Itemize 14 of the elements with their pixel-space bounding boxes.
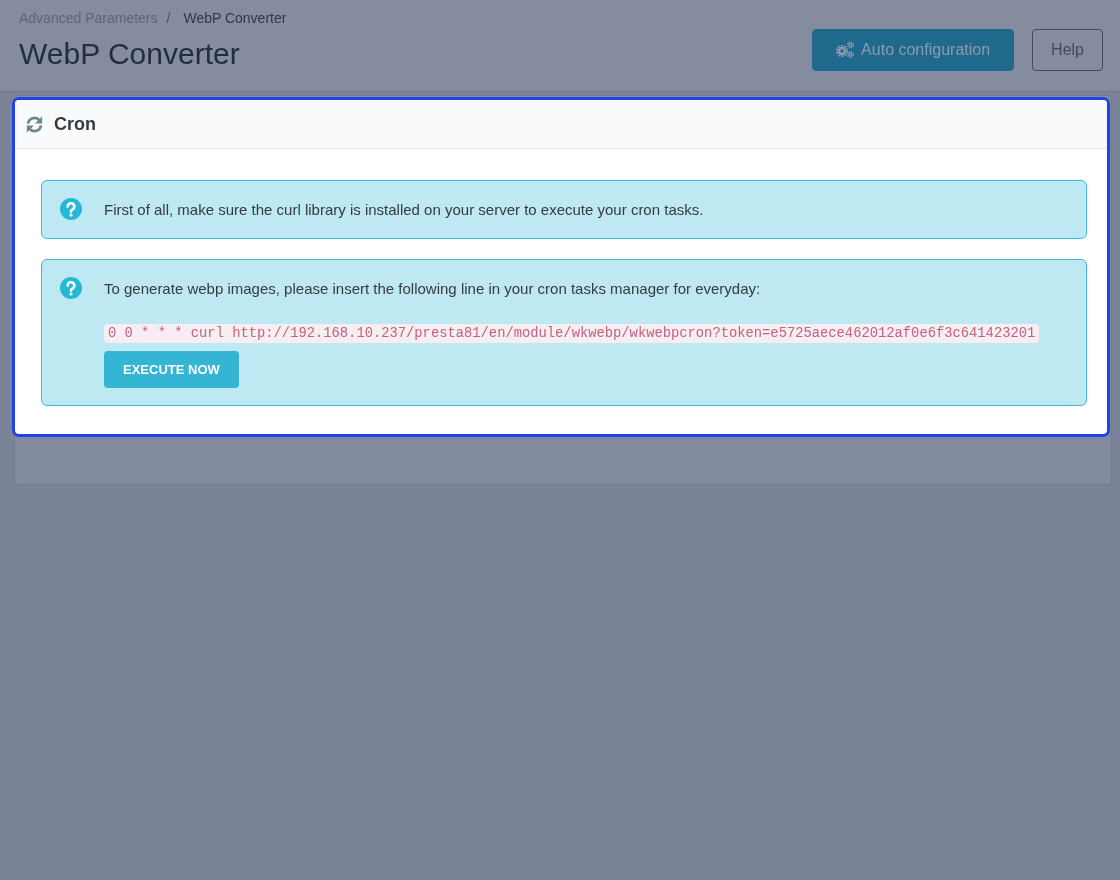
panel-title: Cron xyxy=(54,113,96,135)
alert-message: First of all, make sure the curl library is installed on your server to execute your cron tasks. xyxy=(104,200,704,220)
page-title: WebP Converter xyxy=(19,36,241,72)
breadcrumb-separator: / xyxy=(166,9,171,27)
help-icon xyxy=(60,198,82,220)
cron-command: 0 0 * * * curl http://192.168.10.237/presta81/en/module/wkwebp/wkwebpcron?token=e5725aece462012af0e6f3c641423201 xyxy=(104,324,1040,343)
breadcrumb-current: WebP Converter xyxy=(183,9,287,27)
help-button[interactable]: Help xyxy=(1032,29,1103,71)
refresh-icon xyxy=(25,114,44,134)
help-icon xyxy=(60,277,82,299)
alert-message: To generate webp images, please insert the following line in your cron tasks manager for everyday: xyxy=(104,279,761,299)
auto-configuration-button[interactable]: Auto configuration xyxy=(812,29,1015,71)
execute-now-button[interactable]: EXECUTE NOW xyxy=(104,351,239,388)
gears-icon xyxy=(835,41,856,59)
